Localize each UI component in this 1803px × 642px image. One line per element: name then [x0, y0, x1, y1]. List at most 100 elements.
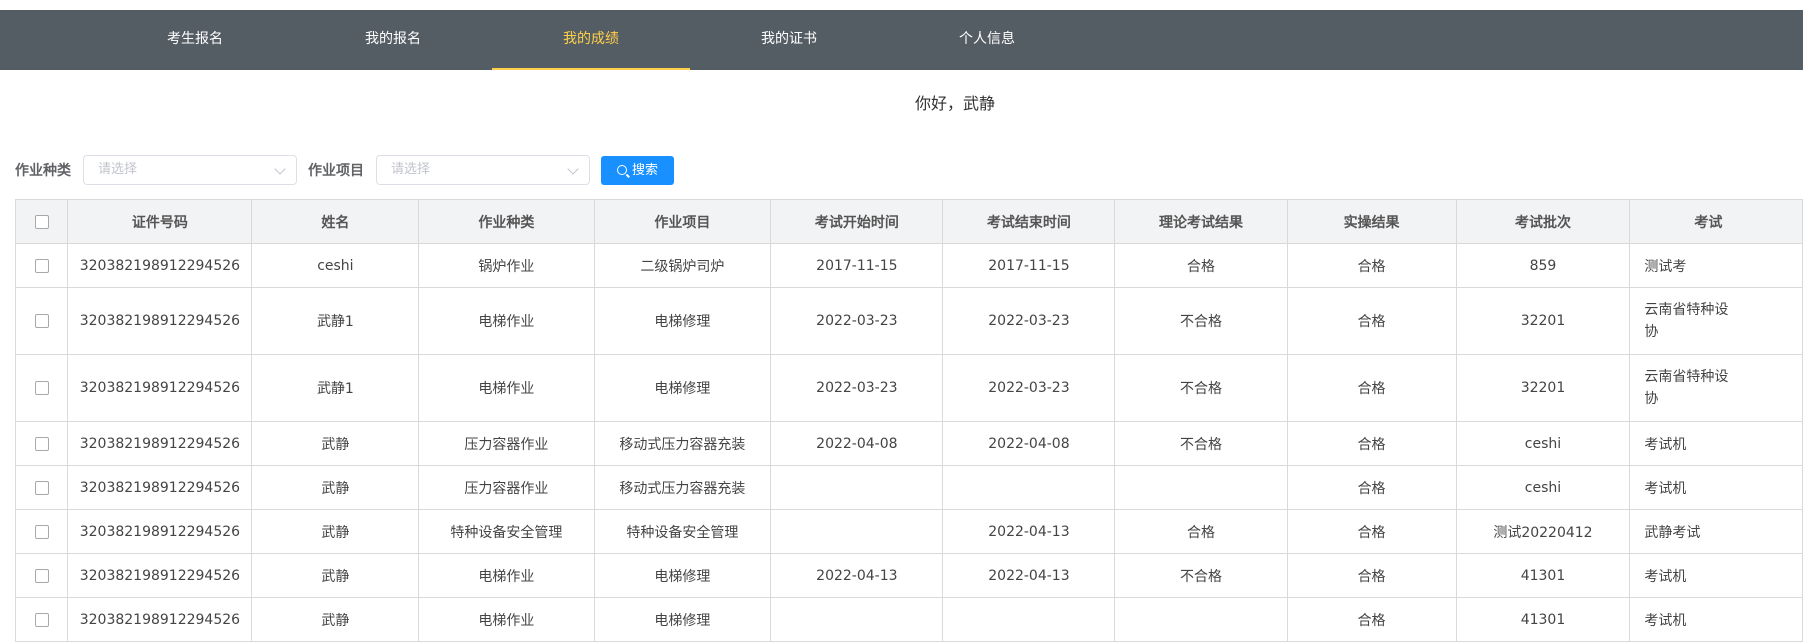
row-checkbox-cell[interactable]	[14, 421, 69, 466]
table-row[interactable]: 320382198912294526 武静1 电梯作业 电梯修理 2022-03-23 2…	[14, 354, 1803, 422]
table-cell: 电梯作业	[418, 597, 595, 642]
table-cell: 859	[1455, 243, 1631, 288]
greeting-text: 你好，武静	[914, 94, 995, 113]
row-checkbox-cell[interactable]	[14, 553, 69, 598]
table-cell: 合格	[1286, 597, 1457, 642]
nav-tab-my-scores[interactable]: 我的成绩	[492, 10, 690, 70]
row-checkbox[interactable]	[34, 524, 49, 539]
table-cell: 2017-11-15	[942, 243, 1116, 288]
table-row[interactable]: 320382198912294526 武静 压力容器作业 移动式压力容器充装 2022-…	[14, 421, 1803, 466]
column-header: 考试批次	[1455, 199, 1631, 244]
table-cell: 320382198912294526	[67, 287, 253, 355]
row-checkbox[interactable]	[34, 568, 49, 583]
select-all-cell[interactable]	[14, 199, 69, 244]
row-checkbox[interactable]	[34, 436, 49, 451]
table-cell: 武静考试	[1629, 509, 1803, 554]
table-cell: 电梯作业	[418, 354, 595, 422]
table-cell: 2022-04-13	[942, 509, 1116, 554]
table-cell: 2022-04-08	[942, 421, 1116, 466]
table-cell: 32201	[1455, 354, 1631, 422]
nav-tab-personal-info[interactable]: 个人信息	[888, 10, 1086, 70]
row-checkbox[interactable]	[34, 314, 49, 328]
table-cell: 32201	[1455, 287, 1631, 355]
table-row[interactable]: 320382198912294526 武静 特种设备安全管理 特种设备安全管理 2022…	[14, 509, 1803, 554]
project-select-placeholder: 请选择	[391, 162, 431, 177]
nav-tab-enroll[interactable]: 考生报名	[96, 10, 294, 70]
table-cell: 武静	[251, 465, 420, 510]
scores-table: 证件号码 姓名 作业种类 作业项目 考试开始时间 考试结束时间 理论考试结果 实…	[14, 199, 1803, 642]
table-cell: 320382198912294526	[67, 354, 253, 422]
column-header: 作业项目	[593, 199, 772, 244]
row-checkbox-cell[interactable]	[14, 354, 69, 422]
column-header: 理论考试结果	[1114, 199, 1288, 244]
category-select-placeholder: 请选择	[98, 162, 138, 177]
table-cell: 考试机	[1629, 553, 1803, 598]
table-cell: 2022-04-13	[770, 553, 944, 598]
table-header-row: 证件号码 姓名 作业种类 作业项目 考试开始时间 考试结束时间 理论考试结果 实…	[14, 199, 1803, 244]
column-header: 证件号码	[67, 199, 253, 244]
table-cell: 2022-03-23	[770, 287, 944, 355]
table-row[interactable]: 320382198912294526 武静1 电梯作业 电梯修理 2022-03-23 2…	[14, 287, 1803, 355]
table-cell: ceshi	[1455, 421, 1631, 466]
table-cell: 320382198912294526	[67, 509, 253, 554]
table-cell: 电梯修理	[593, 597, 772, 642]
category-select[interactable]: 请选择	[83, 155, 297, 185]
table-cell: 2022-03-23	[770, 354, 944, 422]
table-cell	[1114, 465, 1288, 510]
table-row[interactable]: 320382198912294526 武静 电梯作业 电梯修理 合格 41301 考试机	[14, 597, 1803, 642]
table-cell: 合格	[1286, 465, 1457, 510]
table-cell: 压力容器作业	[418, 421, 595, 466]
row-checkbox[interactable]	[34, 258, 49, 273]
row-checkbox-cell[interactable]	[14, 287, 69, 355]
table-cell: 武静	[251, 421, 420, 466]
column-header: 作业种类	[418, 199, 595, 244]
table-cell: ceshi	[251, 243, 420, 288]
search-button-label: 搜索	[631, 163, 658, 178]
search-button[interactable]: 搜索	[601, 156, 674, 185]
column-header: 考试开始时间	[770, 199, 944, 244]
row-checkbox[interactable]	[34, 381, 49, 395]
table-cell	[1114, 597, 1288, 642]
table-cell: 特种设备安全管理	[418, 509, 595, 554]
nav-tab-my-certificates[interactable]: 我的证书	[690, 10, 888, 70]
table-cell: 压力容器作业	[418, 465, 595, 510]
row-checkbox-cell[interactable]	[14, 597, 69, 642]
table-cell: 测试考	[1629, 243, 1803, 288]
chevron-down-icon	[274, 163, 286, 175]
project-select[interactable]: 请选择	[376, 155, 590, 185]
row-checkbox-cell[interactable]	[14, 509, 69, 554]
table-row[interactable]: 320382198912294526 武静 电梯作业 电梯修理 2022-04-13 20…	[14, 553, 1803, 598]
search-icon	[616, 165, 627, 175]
column-header: 考试结束时间	[942, 199, 1116, 244]
table-cell: 320382198912294526	[67, 597, 253, 642]
table-cell: 云南省特种设 协	[1629, 354, 1803, 422]
table-cell: 移动式压力容器充装	[593, 465, 772, 510]
row-checkbox[interactable]	[34, 612, 49, 627]
table-cell: 电梯修理	[593, 354, 772, 422]
table-cell: 武静	[251, 597, 420, 642]
nav-tab-my-enrollment[interactable]: 我的报名	[294, 10, 492, 70]
table-cell: 合格	[1286, 509, 1457, 554]
table-cell	[942, 597, 1116, 642]
row-checkbox-cell[interactable]	[14, 243, 69, 288]
select-all-checkbox[interactable]	[34, 214, 49, 229]
table-cell: 不合格	[1114, 421, 1288, 466]
table-cell: 武静	[251, 509, 420, 554]
table-cell: 合格	[1286, 287, 1457, 355]
table-row[interactable]: 320382198912294526 武静 压力容器作业 移动式压力容器充装 合格 ces…	[14, 465, 1803, 510]
table-cell	[770, 465, 944, 510]
row-checkbox-cell[interactable]	[14, 465, 69, 510]
table-cell: 特种设备安全管理	[593, 509, 772, 554]
table-cell: 2017-11-15	[770, 243, 944, 288]
table-cell: 41301	[1455, 597, 1631, 642]
table-cell	[770, 509, 944, 554]
table-cell: 2022-04-08	[770, 421, 944, 466]
table-row[interactable]: 320382198912294526 ceshi 锅炉作业 二级锅炉司炉 2017-11…	[14, 243, 1803, 288]
table-cell: 合格	[1114, 509, 1288, 554]
table-cell: 41301	[1455, 553, 1631, 598]
top-strip	[0, 0, 1803, 10]
table-cell: ceshi	[1455, 465, 1631, 510]
table-cell: 2022-03-23	[942, 287, 1116, 355]
row-checkbox[interactable]	[34, 480, 49, 495]
table-cell: 电梯修理	[593, 287, 772, 355]
